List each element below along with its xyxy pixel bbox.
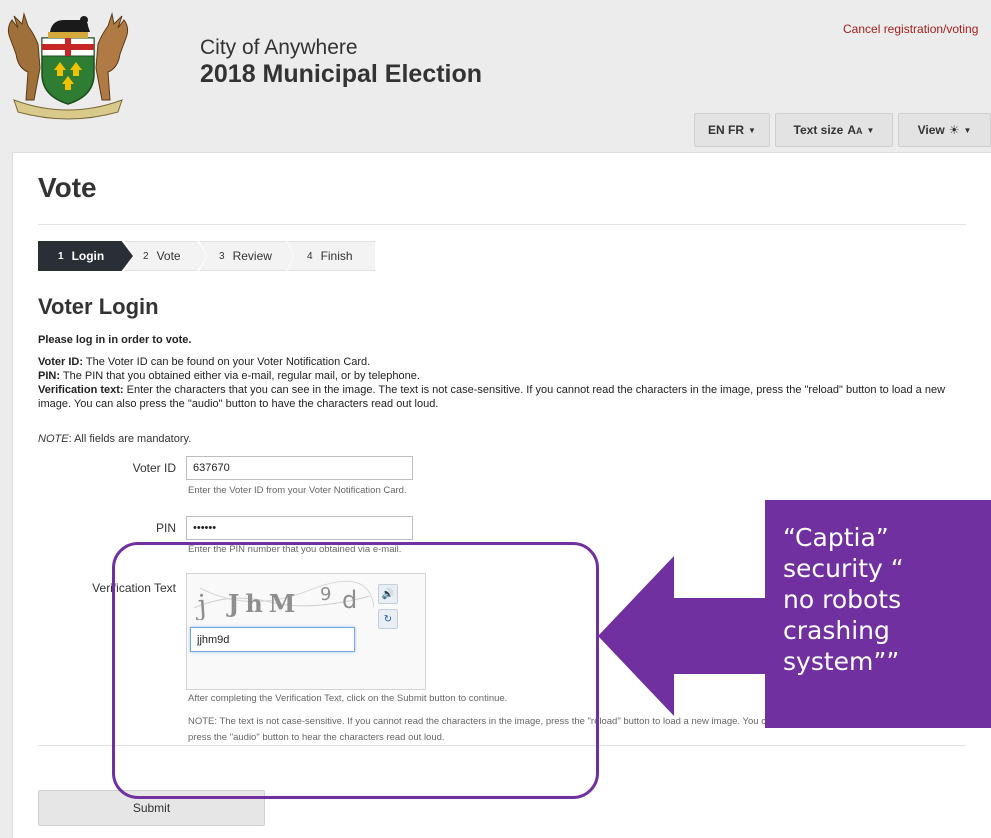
voter-id-help: Enter the Voter ID from your Voter Notif… bbox=[188, 485, 407, 496]
election-name: 2018 Municipal Election bbox=[200, 60, 483, 88]
pin-label: PIN bbox=[155, 521, 176, 535]
city-name: City of Anywhere bbox=[200, 36, 358, 59]
language-dropdown[interactable]: EN FR ▼ bbox=[694, 113, 770, 147]
intro-text: Please log in in order to vote. bbox=[38, 334, 192, 346]
caret-down-icon: ▼ bbox=[748, 125, 756, 135]
voter-id-instruction: Voter ID: The Voter ID can be found on y… bbox=[38, 356, 371, 368]
step-finish: 4 Finish bbox=[287, 241, 375, 271]
verification-instruction: Verification text: Enter the characters … bbox=[38, 384, 946, 410]
section-title: Voter Login bbox=[38, 294, 159, 319]
step-progress: 1 Login 2 Vote 3 Review 4 Finish bbox=[38, 241, 375, 271]
instructions: Voter ID: The Voter ID can be found on y… bbox=[38, 355, 968, 411]
crest-logo bbox=[7, 12, 129, 120]
step-review: 3 Review bbox=[199, 241, 295, 271]
language-label: EN FR bbox=[708, 123, 745, 137]
page-title: Vote bbox=[38, 172, 97, 203]
annotation-callout: “Captia” security “ no robots crashing s… bbox=[765, 500, 991, 728]
highlight-outline bbox=[112, 542, 599, 799]
site-header: City of Anywhere 2018 Municipal Election… bbox=[0, 0, 991, 150]
cancel-registration-link[interactable]: Cancel registration/voting bbox=[843, 22, 978, 36]
view-dropdown[interactable]: View ☀ ▼ bbox=[898, 113, 991, 147]
caret-down-icon: ▼ bbox=[866, 125, 875, 135]
text-size-icon: AA bbox=[847, 123, 863, 137]
pin-instruction: PIN: The PIN that you obtained either vi… bbox=[38, 370, 420, 382]
mandatory-note: NOTE: All fields are mandatory. bbox=[38, 433, 192, 445]
text-size-dropdown[interactable]: Text size AA ▼ bbox=[775, 113, 893, 147]
view-label: View bbox=[917, 123, 945, 137]
sun-icon: ☀ bbox=[948, 123, 960, 137]
voter-id-input[interactable] bbox=[186, 456, 413, 480]
divider bbox=[38, 224, 966, 225]
step-vote: 2 Vote bbox=[125, 241, 207, 271]
caret-down-icon: ▼ bbox=[963, 125, 972, 135]
step-login: 1 Login bbox=[38, 241, 133, 271]
pin-input[interactable] bbox=[186, 516, 413, 540]
voter-id-label: Voter ID bbox=[132, 461, 176, 475]
text-size-label: Text size bbox=[793, 123, 844, 137]
left-arrow-icon bbox=[598, 556, 768, 716]
